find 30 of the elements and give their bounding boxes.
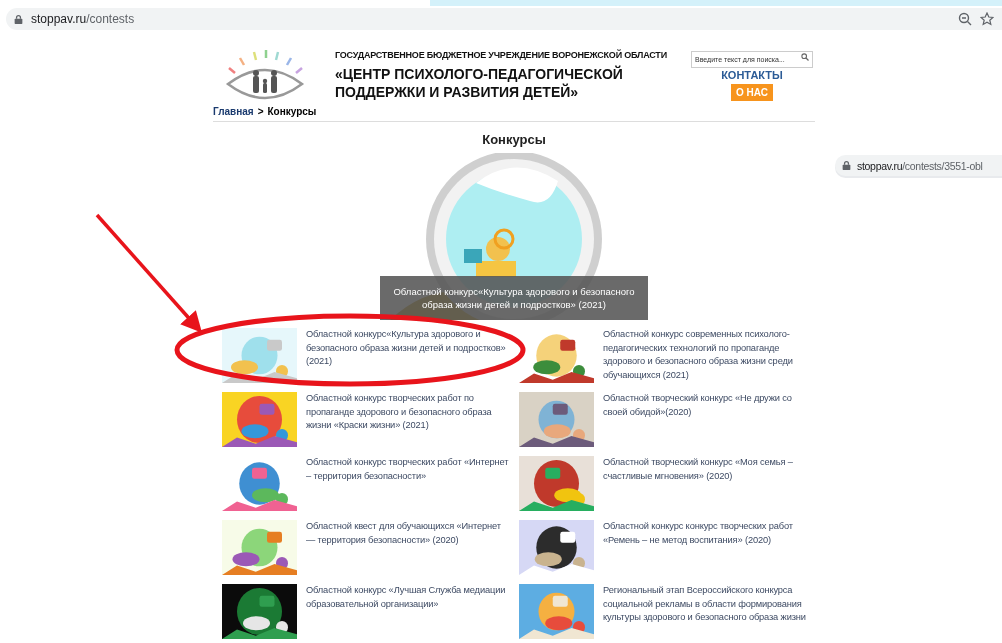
organization-title-line: ПОДДЕРЖКИ И РАЗВИТИЯ ДЕТЕЙ»: [335, 83, 580, 101]
url-path: /contests/3551-obl: [902, 159, 983, 172]
contest-link[interactable]: Областной конкурс конкурс творческих работ «Ремень – не метод воспитания» (2020): [603, 520, 815, 547]
lock-icon: [842, 160, 851, 171]
zoom-out-icon[interactable]: [958, 12, 972, 26]
contest-link[interactable]: Областной творческий конкурс «Не дружи со своей обидой»(2020): [603, 392, 815, 419]
contest-link[interactable]: Областной конкурс«Культура здорового и безопасного образа жизни детей и подростков» (2021): [306, 328, 510, 369]
page-heading: Конкурсы: [481, 132, 547, 147]
address-bar[interactable]: stoppav.ru/contests: [6, 8, 1002, 30]
contest-link[interactable]: Областной конкурс современных психолого-педагогических технологий по пропаганде здорового и безопасного образа жизни среди обучающихся (2021): [603, 328, 815, 382]
breadcrumb-home-link[interactable]: Главная: [213, 106, 254, 117]
search-icon[interactable]: [801, 52, 809, 61]
address-bar[interactable]: stoppav.ru/contests/3551-obl: [835, 155, 1002, 176]
organization-title-line: «ЦЕНТР ПСИХОЛОГО-ПЕДАГОГИЧЕСКОЙ: [335, 65, 624, 83]
picture-caption[interactable]: Областной конкурс«Культура здорового и безопасного образа жизни детей и подростков» (2021): [380, 276, 648, 320]
contest-link[interactable]: Областной конкурс творческих работ «Интернет – территория безопасности»: [306, 456, 510, 483]
breadcrumb-current: Конкурсы: [267, 106, 317, 117]
organization-name: ГОСУДАРСТВЕННОЕ БЮДЖЕТНОЕ УЧРЕЖДЕНИЕ ВОРОНЕЖСКОЙ ОБЛАСТИ: [335, 50, 668, 60]
contest-link[interactable]: Областной творческий конкурс «Моя семья – счастливые мгновения» (2020): [603, 456, 815, 483]
url-host: stoppav.ru: [31, 12, 87, 26]
lock-icon: [14, 13, 23, 25]
url-host: stoppav.ru: [857, 159, 903, 172]
contest-link[interactable]: Областной конкурс «Лучшая Служба медиации образовательной организации»: [306, 584, 510, 611]
contest-link[interactable]: Региональный этап Всероссийского конкурса социальной рекламы в области формирования культуры здорового и безопасного образа жизни: [603, 584, 815, 625]
star-icon[interactable]: [980, 12, 994, 26]
breadcrumb-separator: >: [257, 106, 264, 117]
url-path: /contests: [86, 12, 135, 26]
contest-link[interactable]: Областной квест для обучающихся «Интернет — территория безопасности» (2020): [306, 520, 510, 547]
contacts-link[interactable]: КОНТАКТЫ: [721, 69, 783, 81]
contest-link[interactable]: Областной конкурс творческих работ по пропаганде здорового и безопасного образа жизни «Краски жизни» (2021): [306, 392, 510, 433]
